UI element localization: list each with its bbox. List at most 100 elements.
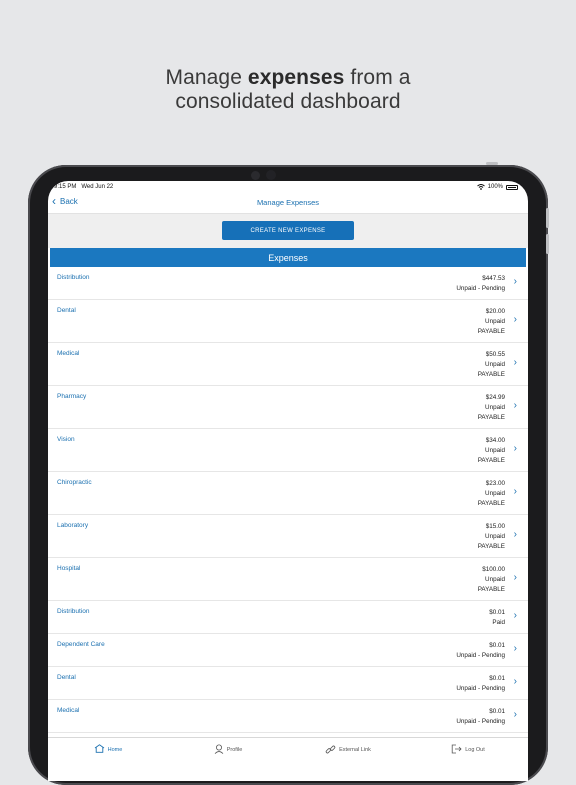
expense-status: Unpaid — [485, 318, 505, 325]
expense-amount: $0.01 — [489, 675, 505, 682]
expense-category: Dental — [57, 674, 76, 681]
expense-status: PAYABLE — [477, 328, 505, 335]
expense-values: $34.00 Unpaid PAYABLE — [478, 436, 505, 466]
tab-bar: Home Profile External Link Log Out — [48, 737, 528, 781]
expense-amount: $20.00 — [485, 308, 505, 315]
expense-category: Medical — [57, 350, 80, 357]
chevron-right-icon: › — [513, 442, 517, 454]
app-screen: 9:15 PM Wed Jun 22 100% ‹ Back Manage Exp… — [48, 181, 528, 781]
expense-values: $50.55 Unpaid PAYABLE — [478, 350, 505, 380]
chevron-right-icon: › — [513, 275, 517, 287]
expense-values: $100.00 Unpaid PAYABLE — [478, 565, 505, 595]
expense-category: Medical — [57, 707, 80, 714]
tab-label: Log Out — [465, 747, 485, 753]
tab-label: Home — [107, 747, 123, 753]
expense-status: PAYABLE — [477, 586, 505, 593]
power-button — [546, 208, 549, 228]
chevron-right-icon: › — [513, 399, 517, 411]
expense-amount: $23.00 — [485, 480, 505, 487]
headline-bold: expenses — [247, 66, 345, 89]
expense-category: Distribution — [57, 274, 90, 281]
expense-row[interactable]: Medical $50.55 Unpaid PAYABLE › — [48, 343, 528, 386]
chevron-right-icon: › — [513, 675, 517, 687]
expense-amount: $50.55 — [485, 351, 505, 358]
status-bar: 9:15 PM Wed Jun 22 100% — [48, 181, 528, 193]
tab-log-out[interactable]: Log Out — [408, 738, 528, 781]
chevron-right-icon: › — [513, 571, 517, 583]
expense-status: Unpaid — [485, 576, 505, 583]
expense-values: $15.00 Unpaid PAYABLE — [478, 522, 505, 552]
expense-status: Unpaid - Pending — [456, 652, 505, 659]
expense-values: $0.01 Unpaid - Pending — [456, 674, 505, 694]
expense-amount: $0.01 — [489, 642, 505, 649]
expense-row[interactable]: Dependent Care $0.01 Unpaid - Pending › — [48, 634, 528, 667]
chevron-right-icon: › — [513, 528, 517, 540]
expense-values: $24.99 Unpaid PAYABLE — [478, 393, 505, 423]
expense-values: $447.53 Unpaid - Pending — [456, 274, 505, 294]
nav-bar: ‹ Back Manage Expenses — [48, 193, 528, 214]
expense-category: Dependent Care — [57, 641, 105, 648]
side-button — [546, 234, 549, 254]
expense-row[interactable]: Dental $0.01 Unpaid - Pending › — [48, 667, 528, 700]
expense-status: PAYABLE — [477, 457, 505, 464]
chevron-right-icon: › — [513, 642, 517, 654]
logout-icon — [451, 744, 462, 754]
expense-row[interactable]: Medical $0.01 Unpaid - Pending › — [48, 700, 528, 733]
tab-home[interactable]: Home — [48, 738, 168, 781]
battery-percent: 100% — [487, 184, 503, 190]
expense-status: Unpaid - Pending — [456, 718, 505, 725]
chevron-right-icon: › — [513, 485, 517, 497]
camera-icon — [251, 171, 260, 180]
expense-category: Distribution — [57, 608, 90, 615]
tab-profile[interactable]: Profile — [168, 738, 288, 781]
expense-values: $0.01 Unpaid - Pending — [456, 707, 505, 727]
expense-status: Unpaid - Pending — [456, 685, 505, 692]
page-title: Manage Expenses — [256, 198, 320, 207]
expense-category: Hospital — [57, 565, 81, 572]
expense-amount: $100.00 — [482, 566, 505, 573]
action-area: CREATE NEW EXPENSE — [48, 214, 528, 248]
marketing-headline: Manage expenses from a consolidated dash… — [0, 66, 576, 114]
expense-category: Chiropractic — [57, 479, 92, 486]
expense-row[interactable]: Pharmacy $24.99 Unpaid PAYABLE › — [48, 386, 528, 429]
expense-row[interactable]: Chiropractic $23.00 Unpaid PAYABLE › — [48, 472, 528, 515]
expense-status: Unpaid — [485, 361, 505, 368]
volume-button — [486, 162, 498, 165]
expense-category: Laboratory — [57, 522, 89, 529]
expense-amount: $447.53 — [482, 275, 505, 282]
link-icon — [325, 744, 336, 755]
section-header: Expenses — [50, 248, 526, 267]
tab-external-link[interactable]: External Link — [288, 738, 408, 781]
expense-status: Paid — [492, 619, 505, 626]
expense-amount: $0.01 — [489, 609, 505, 616]
expense-amount: $34.00 — [485, 437, 505, 444]
chevron-right-icon: › — [513, 609, 517, 621]
expense-amount: $24.99 — [485, 394, 505, 401]
expense-status: Unpaid — [485, 490, 505, 497]
expense-row[interactable]: Distribution $447.53 Unpaid - Pending › — [48, 267, 528, 300]
chevron-right-icon: › — [513, 708, 517, 720]
expense-status: PAYABLE — [477, 543, 505, 550]
expense-category: Pharmacy — [57, 393, 87, 400]
expense-status: PAYABLE — [477, 414, 505, 421]
status-time: 9:15 PM — [54, 184, 77, 190]
expense-category: Dental — [57, 307, 76, 314]
tab-label: External Link — [339, 747, 371, 753]
expense-row[interactable]: Laboratory $15.00 Unpaid PAYABLE › — [48, 515, 528, 558]
expense-status: PAYABLE — [477, 500, 505, 507]
battery-icon — [506, 184, 518, 190]
expense-row[interactable]: Dental $20.00 Unpaid PAYABLE › — [48, 300, 528, 343]
expense-status: Unpaid — [485, 447, 505, 454]
camera-lens-icon — [266, 170, 276, 180]
home-icon — [94, 744, 105, 753]
expense-status: Unpaid — [485, 533, 505, 540]
tab-label: Profile — [226, 747, 243, 753]
headline-line2: consolidated dashboard — [175, 90, 401, 113]
headline-post: from a — [344, 66, 411, 89]
expense-row[interactable]: Hospital $100.00 Unpaid PAYABLE › — [48, 558, 528, 601]
expense-row[interactable]: Distribution $0.01 Paid › — [48, 601, 528, 634]
create-new-expense-button[interactable]: CREATE NEW EXPENSE — [222, 221, 354, 240]
expense-row[interactable]: Vision $34.00 Unpaid PAYABLE › — [48, 429, 528, 472]
person-icon — [214, 744, 224, 754]
expense-values: $0.01 Paid — [489, 608, 505, 628]
